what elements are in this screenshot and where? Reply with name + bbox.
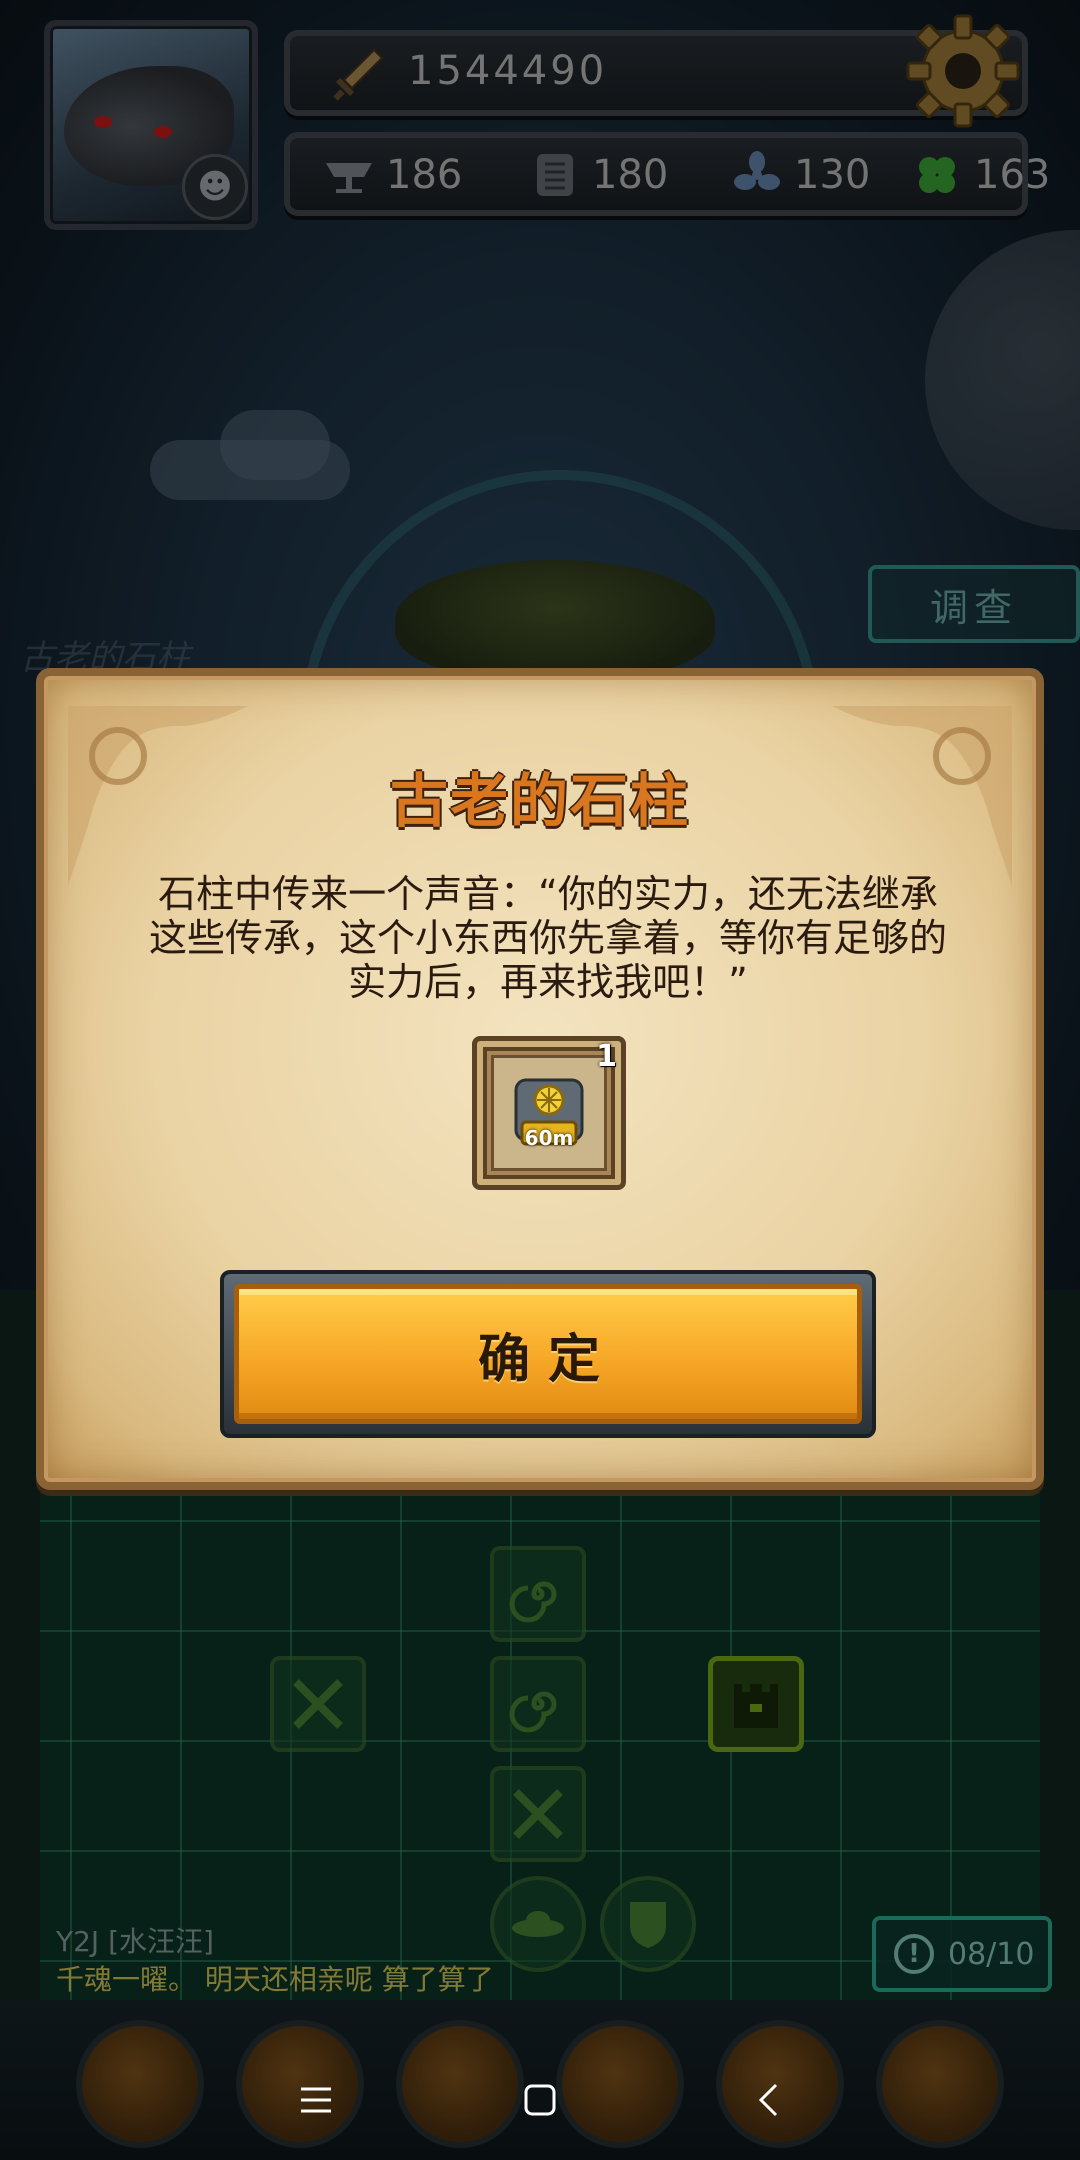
confirm-button-face[interactable]: 确定 bbox=[234, 1284, 862, 1424]
dialog-body-text: 石柱中传来一个声音：“你的实力，还无法继承这些传承，这个小东西你先拿着，等你有足… bbox=[148, 872, 947, 1004]
reward-duration-label: 60m bbox=[524, 1126, 574, 1150]
home-nav-icon[interactable] bbox=[510, 2070, 570, 2130]
system-nav-bar bbox=[0, 2040, 1080, 2150]
reward-item-slot[interactable]: 60m 1 bbox=[472, 1036, 626, 1190]
back-nav-icon[interactable] bbox=[738, 2070, 798, 2130]
dialog-title: 古老的石柱 bbox=[389, 767, 690, 835]
confirm-button[interactable]: 确定 bbox=[220, 1270, 876, 1438]
reward-item-frame: 60m bbox=[491, 1055, 607, 1171]
menu-nav-icon[interactable] bbox=[286, 2070, 346, 2130]
reward-quantity: 1 bbox=[596, 1039, 617, 1074]
confirm-button-label: 确定 bbox=[477, 1329, 618, 1390]
speedup-chest-icon bbox=[514, 1078, 584, 1146]
event-dialog: 古老的石柱 石柱中传来一个声音：“你的实力，还无法继承这些传承，这个小东西你先拿… bbox=[36, 668, 1044, 1490]
